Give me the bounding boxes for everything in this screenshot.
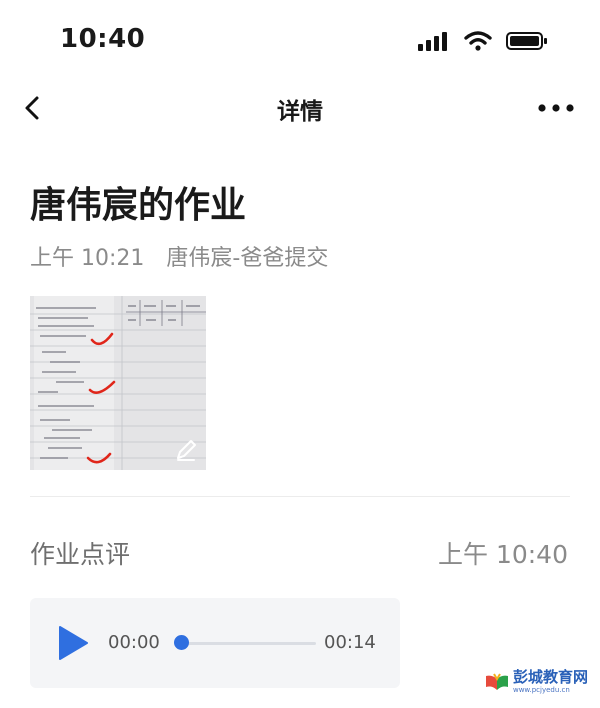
audio-duration: 00:14 <box>324 632 376 653</box>
divider <box>30 496 570 497</box>
watermark: 彭城教育网 www.pcjyedu.cn <box>485 670 588 694</box>
cellular-signal-icon <box>418 32 447 51</box>
homework-title: 唐伟宸的作业 <box>30 185 247 226</box>
audio-current-time: 00:00 <box>108 632 160 653</box>
nav-bar: 详情 <box>0 80 600 136</box>
homework-photo[interactable] <box>30 296 206 470</box>
watermark-name: 彭城教育网 <box>512 668 588 686</box>
battery-icon <box>506 32 547 50</box>
audio-player: 00:00 00:14 <box>30 598 400 688</box>
status-icons <box>418 28 548 54</box>
more-button[interactable] <box>534 88 578 128</box>
play-icon[interactable] <box>56 624 90 662</box>
submission-meta: 上午 10:21 唐伟宸-爸爸提交 <box>30 240 328 272</box>
wifi-icon <box>464 31 492 51</box>
status-bar: 10:40 <box>0 0 600 80</box>
page-title: 详情 <box>277 99 323 125</box>
watermark-url: www.pcjyedu.cn <box>512 686 570 694</box>
book-logo-icon <box>485 673 508 690</box>
status-time: 10:40 <box>60 24 146 54</box>
audio-progress-track[interactable] <box>180 642 316 645</box>
submit-time: 上午 10:21 <box>30 246 145 271</box>
audio-progress-handle[interactable] <box>174 635 189 650</box>
more-icon <box>538 104 574 112</box>
review-label: 作业点评 <box>30 540 131 569</box>
edit-icon[interactable] <box>172 436 200 464</box>
submitter: 唐伟宸-爸爸提交 <box>166 246 329 271</box>
review-time: 上午 10:40 <box>438 540 568 569</box>
